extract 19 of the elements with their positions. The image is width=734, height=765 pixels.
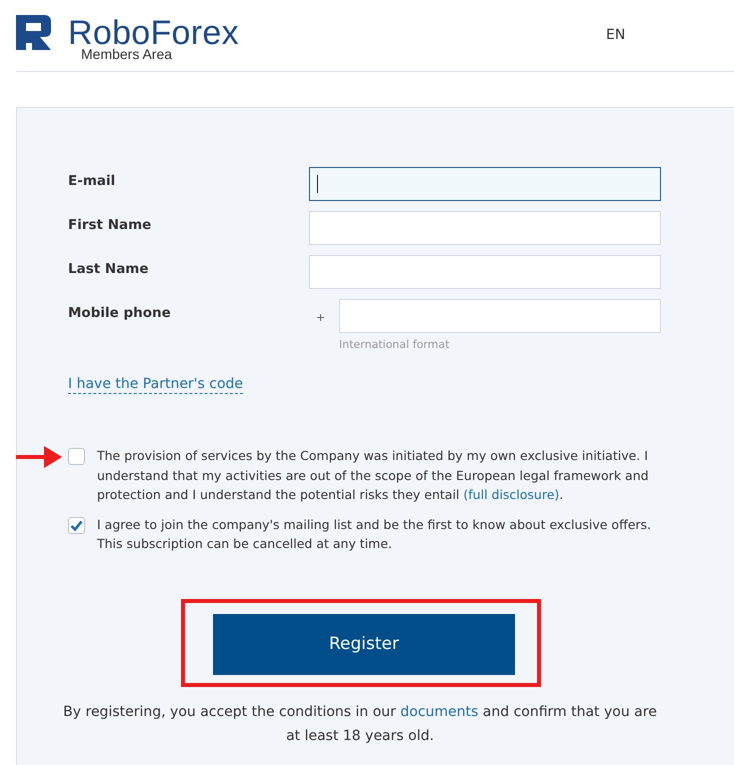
phone-prefix: +	[315, 310, 326, 326]
brand-subtitle: Members Area	[81, 47, 174, 61]
field-label: E-mail	[68, 172, 116, 191]
agreement-text: The provision of services by the Company was initiated by my own exclusive initiative. I understand that my activities are out of the scope of the European legal framework and protection and I understand the potential risks they entail (full disclosure).	[97, 447, 650, 504]
field-hint: International format	[339, 338, 450, 351]
checkbox[interactable]	[68, 448, 85, 465]
logo-icon	[16, 15, 51, 50]
partner-code-link[interactable]: I have the Partner's code	[68, 375, 244, 394]
disclosure-link[interactable]: (full disclosure)	[463, 487, 560, 502]
input-field[interactable]	[309, 167, 661, 201]
register-button[interactable]: Register	[213, 614, 515, 674]
checkbox[interactable]	[68, 516, 85, 534]
agreement-text: I agree to join the company's mailing list and be the first to know about exclusive offers. This subscription can be cancelled at any time.	[97, 516, 652, 553]
documents-link[interactable]: documents	[400, 704, 478, 720]
field-label: Last Name	[68, 260, 150, 279]
terms-note: By registering, you accept the conditions in our documents and confirm that you are at least 18 years old.	[62, 702, 658, 746]
field-label: First Name	[68, 216, 152, 235]
language-selector[interactable]: EN	[606, 27, 626, 43]
field-label: Mobile phone	[68, 304, 172, 323]
